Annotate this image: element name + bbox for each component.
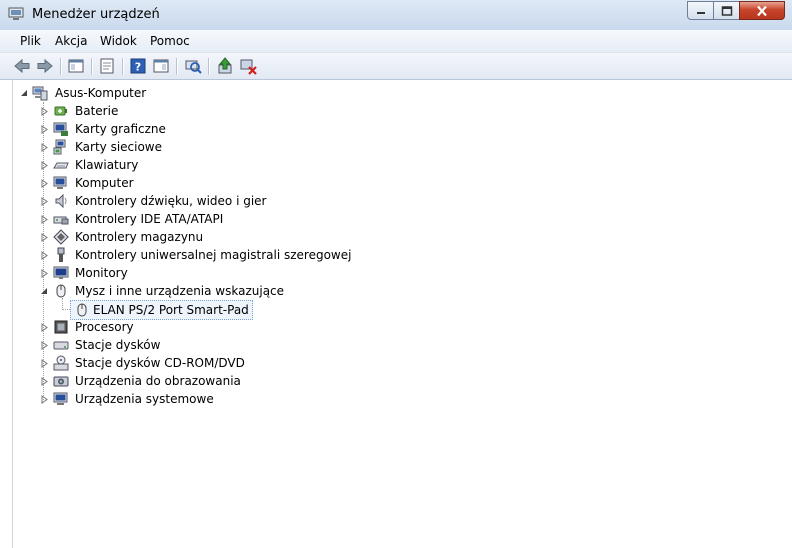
network-adapter-icon [53, 139, 66, 155]
tree-item-label: Klawiatury [75, 158, 139, 172]
svg-text:?: ? [135, 61, 141, 74]
tree-item-label: Karty sieciowe [75, 140, 163, 154]
expand-icon[interactable] [40, 341, 49, 350]
selected-device-label: ELAN PS/2 Port Smart-Pad [70, 300, 253, 320]
storage-controller-icon [53, 229, 69, 245]
scan-hardware-button[interactable] [183, 56, 203, 76]
minimize-icon [696, 11, 705, 14]
tree-item-label: Stacje dysków [75, 338, 161, 352]
expand-icon[interactable] [40, 125, 49, 134]
show-hide-console-tree-icon [68, 59, 84, 73]
close-icon [757, 5, 767, 16]
maximize-button[interactable] [713, 1, 740, 20]
keyboard-icon [53, 162, 69, 169]
uninstall-icon [240, 59, 257, 75]
menu-widok[interactable]: Widok [100, 34, 137, 48]
tree-item-label: Urządzenia systemowe [75, 392, 214, 406]
title-bar[interactable]: Menedżer urządzeń [0, 0, 792, 31]
tree-item-label: Kontrolery IDE ATA/ATAPI [75, 212, 224, 226]
minimize-button[interactable] [687, 1, 714, 20]
toolbar: ? [0, 53, 792, 80]
expand-icon[interactable] [40, 377, 49, 386]
window-title: Menedżer urządzeń [32, 7, 160, 22]
tree-item-label: Komputer [75, 176, 134, 190]
properties-button[interactable] [97, 56, 117, 76]
properties-icon [100, 58, 114, 74]
processor-icon [54, 320, 68, 334]
tree-item-label: Kontrolery uniwersalnej magistrali szere… [75, 248, 352, 262]
expand-icon[interactable] [40, 395, 49, 404]
tree-item-label: Mysz i inne urządzenia wskazujące [75, 284, 285, 298]
expand-icon[interactable] [40, 107, 49, 116]
expand-icon[interactable] [40, 215, 49, 224]
computer-icon [53, 176, 67, 189]
close-button[interactable] [739, 1, 785, 20]
expand-icon[interactable] [40, 251, 49, 260]
tree-item-label: Urządzenia do obrazowania [75, 374, 241, 388]
menu-akcja[interactable]: Akcja [55, 34, 87, 48]
collapse-icon[interactable] [20, 89, 29, 98]
tree-item-label: Monitory [75, 266, 128, 280]
mouse-icon [77, 303, 87, 317]
menu-bar: Plik Akcja Widok Pomoc [0, 30, 792, 53]
expand-icon[interactable] [40, 161, 49, 170]
ide-controller-icon [53, 216, 69, 225]
scan-hardware-icon [185, 60, 202, 74]
help-icon: ? [130, 58, 146, 74]
expand-icon[interactable] [40, 359, 49, 368]
mouse-icon [56, 284, 66, 298]
usb-icon [57, 247, 65, 262]
tree-item-label: Kontrolery dźwięku, wideo i gier [75, 194, 267, 208]
expand-icon[interactable] [40, 323, 49, 332]
monitor-icon [53, 266, 69, 279]
computer-icon [32, 86, 48, 101]
expand-icon[interactable] [40, 143, 49, 152]
device-manager-icon [8, 7, 24, 20]
menu-pomoc[interactable]: Pomoc [150, 34, 190, 48]
show-hide-console-tree-button[interactable] [66, 56, 86, 76]
collapse-icon[interactable] [40, 287, 49, 296]
action-pane-button[interactable] [151, 56, 171, 76]
back-button[interactable] [12, 56, 32, 76]
display-adapter-icon [53, 122, 68, 136]
tree-item-label: Procesory [75, 320, 134, 334]
tree-item-label: Kontrolery magazynu [75, 230, 204, 244]
tree-child-label: ELAN PS/2 Port Smart-Pad [93, 303, 249, 317]
update-driver-button[interactable] [215, 56, 235, 76]
expand-icon[interactable] [40, 233, 49, 242]
device-tree[interactable]: Asus-Komputer Baterie Karty graficzne Ka… [12, 80, 791, 548]
menu-plik[interactable]: Plik [20, 34, 41, 48]
cd-rom-icon [53, 355, 69, 371]
forward-button[interactable] [35, 56, 55, 76]
tree-root-label: Asus-Komputer [55, 86, 147, 100]
forward-icon [37, 58, 53, 74]
imaging-device-icon [53, 376, 69, 387]
tree-item-label: Stacje dysków CD-ROM/DVD [75, 356, 245, 370]
expand-icon[interactable] [40, 269, 49, 278]
action-pane-icon [153, 59, 169, 73]
speaker-icon [55, 193, 67, 209]
system-devices-icon [53, 392, 68, 405]
expand-icon[interactable] [40, 197, 49, 206]
back-icon [14, 58, 30, 74]
disk-drive-icon [53, 341, 69, 350]
uninstall-button[interactable] [238, 56, 258, 76]
maximize-icon [721, 5, 732, 16]
help-button[interactable]: ? [128, 56, 148, 76]
battery-icon [54, 106, 67, 116]
tree-item-label: Baterie [75, 104, 119, 118]
tree-item-label: Karty graficzne [75, 122, 166, 136]
update-driver-icon [218, 57, 232, 74]
expand-icon[interactable] [40, 179, 49, 188]
